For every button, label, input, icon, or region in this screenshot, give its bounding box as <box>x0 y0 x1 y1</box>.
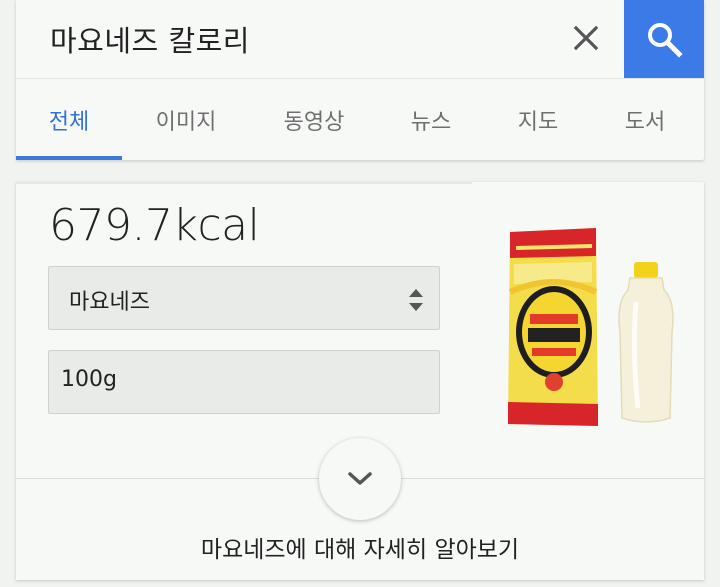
calorie-card: 679.7kcal 마요네즈 100g 마요네즈에 대해 자세히 알아보기 <box>16 182 704 580</box>
search-tabs: 전체 이미지 동영상 뉴스 지도 도서 <box>16 79 704 160</box>
tab-books[interactable]: 도서 <box>590 79 700 160</box>
tab-videos[interactable]: 동영상 <box>252 79 376 160</box>
tab-label: 도서 <box>624 109 666 135</box>
clear-button[interactable] <box>564 16 608 60</box>
tab-label: 이미지 <box>155 109 217 135</box>
tab-label: 뉴스 <box>410 109 452 135</box>
food-select-value: 마요네즈 <box>69 290 150 315</box>
tab-label: 지도 <box>517 109 559 135</box>
search-card: 마요네즈 칼로리 전체 이미지 동영상 뉴스 지도 도서 <box>16 0 704 160</box>
search-button[interactable] <box>624 0 704 78</box>
active-tab-indicator <box>16 156 122 160</box>
search-icon <box>648 23 683 58</box>
tab-maps[interactable]: 지도 <box>486 79 590 160</box>
food-select[interactable]: 마요네즈 <box>48 266 440 330</box>
tab-label: 전체 <box>48 109 90 135</box>
search-bar: 마요네즈 칼로리 <box>16 0 704 78</box>
calorie-value: 679.7kcal <box>49 200 260 251</box>
expand-button[interactable] <box>319 438 401 520</box>
chevron-down-icon <box>348 472 372 485</box>
amount-input-value: 100g <box>61 367 117 392</box>
tab-label: 동영상 <box>283 109 345 135</box>
tab-all[interactable]: 전체 <box>16 79 122 160</box>
tab-news[interactable]: 뉴스 <box>376 79 486 160</box>
learn-more-link[interactable]: 마요네즈에 대해 자세히 알아보기 <box>16 530 704 564</box>
updown-arrows-icon <box>409 289 423 311</box>
card-divider-top <box>16 182 472 184</box>
close-icon <box>573 25 599 51</box>
mayonnaise-image <box>508 228 674 426</box>
search-input[interactable]: 마요네즈 칼로리 <box>50 18 250 60</box>
amount-input[interactable]: 100g <box>48 350 440 414</box>
tab-images[interactable]: 이미지 <box>124 79 248 160</box>
